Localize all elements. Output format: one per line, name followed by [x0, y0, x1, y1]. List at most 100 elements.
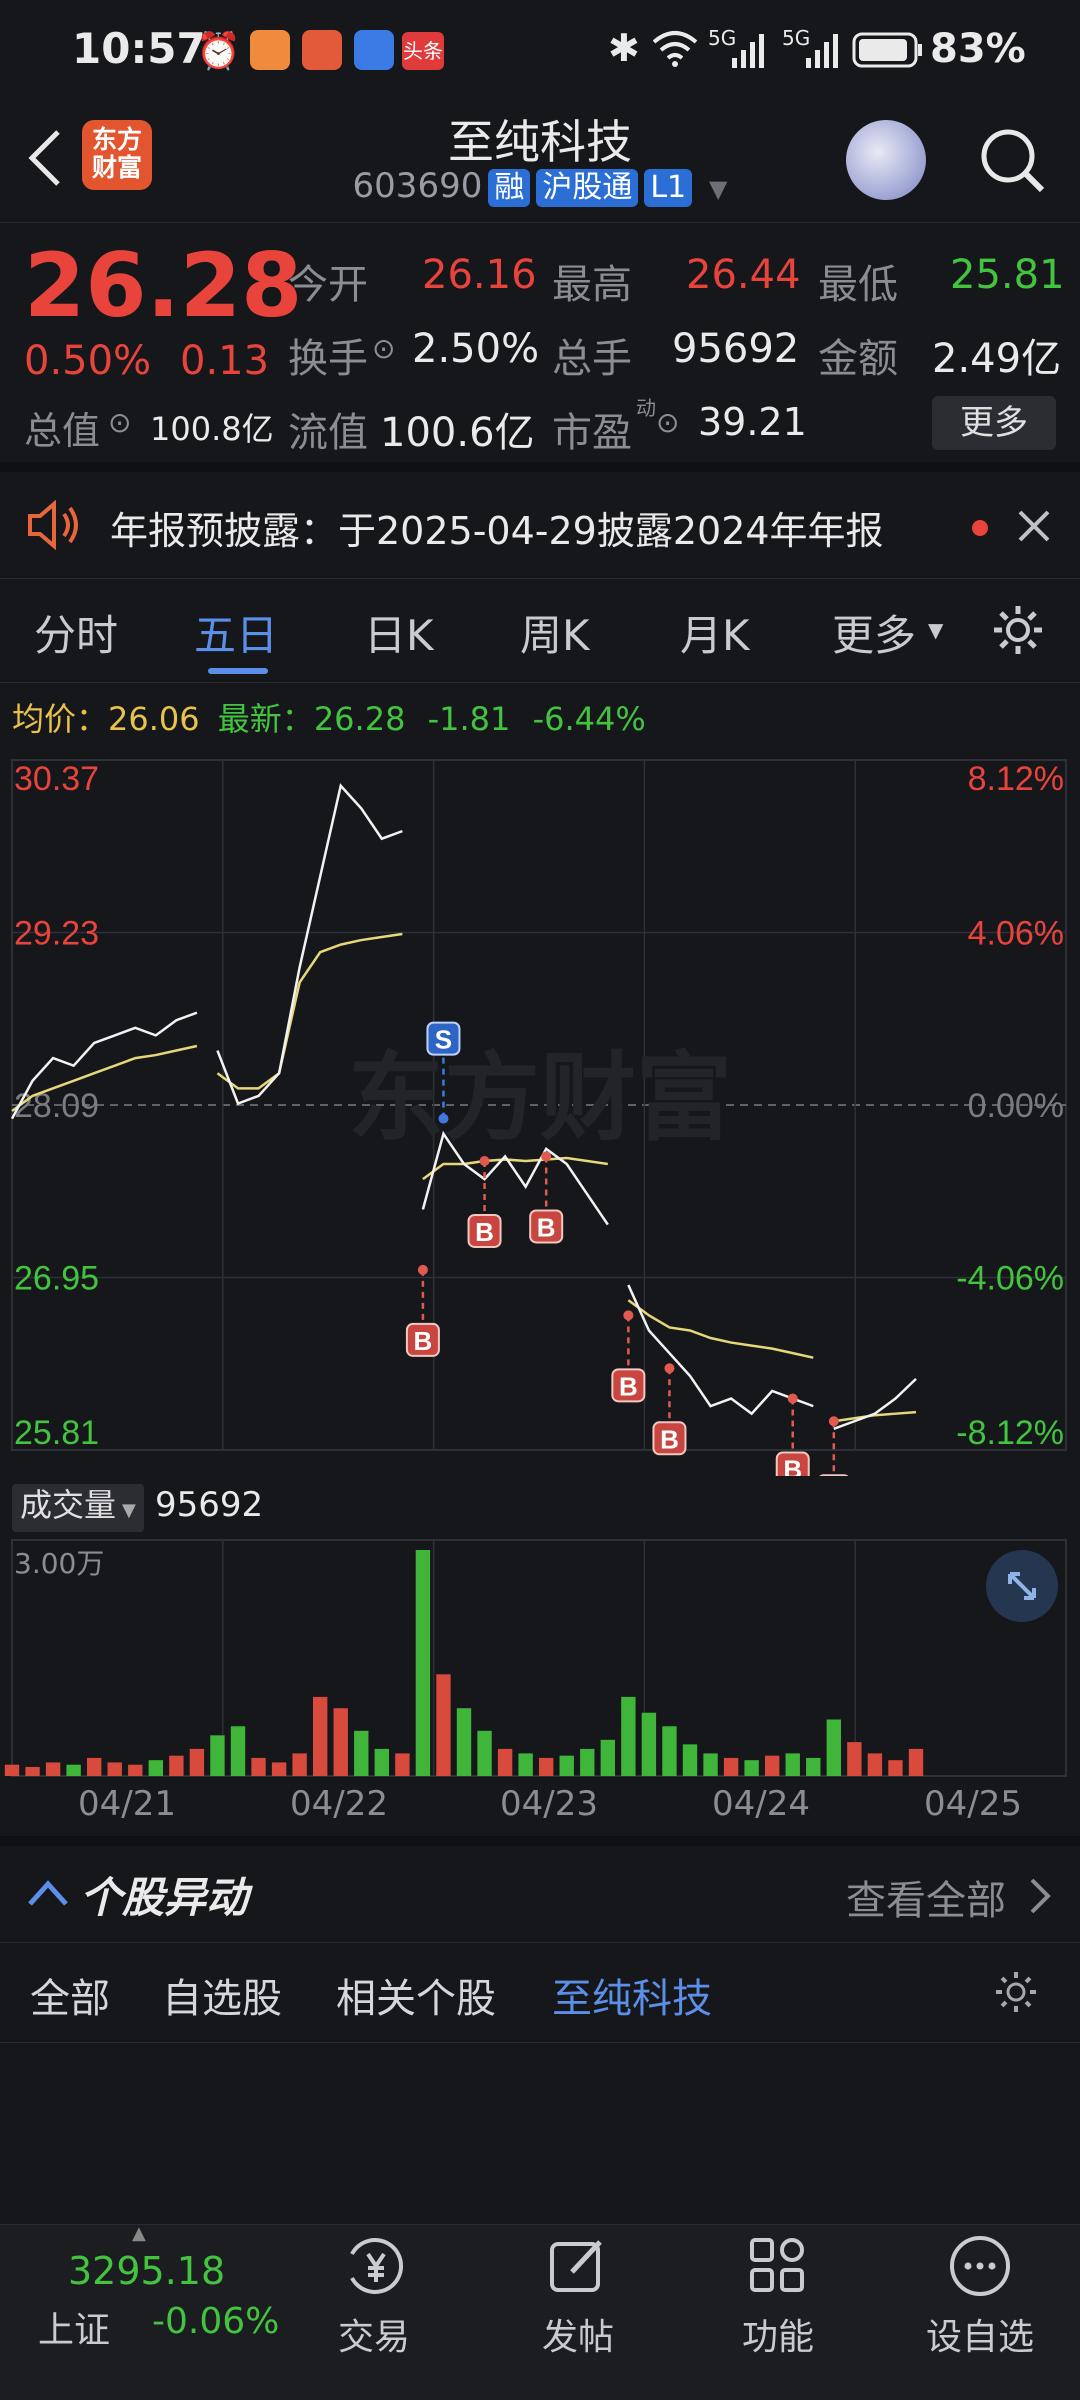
speaker-icon: [28, 500, 78, 550]
turnover-label: 换手: [288, 336, 368, 382]
price-line: [833, 1377, 917, 1430]
header: 东方财富 至纯科技 603690 融沪股通 L1 ▼: [0, 100, 1080, 222]
info-icon[interactable]: ⊙: [108, 406, 131, 439]
watermark-text: 东方财富: [348, 1042, 732, 1154]
tab-weekly-k[interactable]: 周K: [520, 602, 590, 663]
float-cap-value: 100.6亿: [380, 410, 535, 456]
volume-bar: [744, 1760, 759, 1776]
marker-label: B: [783, 1455, 802, 1476]
last-value: 26.28: [313, 700, 406, 738]
amount-label: 金额: [818, 336, 898, 382]
edit-icon: [550, 2240, 602, 2292]
volume-bar: [826, 1719, 842, 1776]
marker-label: B: [660, 1424, 679, 1454]
app-icon-3: [354, 30, 394, 70]
volume-bar: [169, 1755, 184, 1776]
marker-dot: [787, 1393, 798, 1404]
y-tick-label: 30.37: [14, 760, 99, 798]
pe-label: 市盈: [552, 410, 632, 456]
low-value: 25.81: [950, 252, 1065, 298]
battery-icon: [852, 32, 922, 68]
market-cap-label: 总值: [24, 409, 101, 453]
volume-bar: [333, 1708, 348, 1776]
close-icon[interactable]: [1016, 508, 1052, 544]
fullscreen-button[interactable]: [986, 1550, 1058, 1622]
app-icon-2: [302, 30, 342, 70]
nav-trade[interactable]: 交易: [294, 2308, 454, 2360]
pe-dynamic-mark: 动: [636, 396, 656, 420]
filter-related[interactable]: 相关个股: [336, 1966, 496, 2024]
dropdown-icon[interactable]: ▼: [709, 175, 727, 203]
volume-bar: [415, 1550, 431, 1776]
turnover-value: 2.50%: [412, 326, 540, 372]
more-button-label: 更多: [960, 403, 1028, 443]
robot-avatar-icon[interactable]: [846, 120, 926, 200]
tab-intraday[interactable]: 分时: [34, 602, 118, 663]
filter-current-stock[interactable]: 至纯科技: [552, 1966, 712, 2024]
index-value[interactable]: 3295.18: [68, 2249, 225, 2293]
volume-bar: [312, 1696, 328, 1776]
settings-icon[interactable]: [990, 602, 1046, 658]
pe-info-icon[interactable]: ⊙: [656, 406, 679, 439]
tab-daily-k[interactable]: 日K: [364, 602, 434, 663]
status-bar: 10:57 ⏰ 头条 ✱ 5G 5G 83%: [0, 0, 1080, 100]
volume-bar: [518, 1753, 533, 1776]
marker-label: B: [619, 1371, 638, 1401]
volume-chart[interactable]: [0, 1536, 1080, 1782]
bluetooth-icon: ✱: [608, 26, 640, 70]
nav-add-watchlist[interactable]: 设自选: [900, 2308, 1060, 2360]
search-icon[interactable]: [978, 126, 1048, 196]
volume-bar: [436, 1674, 451, 1776]
tab-more-caret-icon: ▼: [928, 618, 944, 642]
marker-dot: [479, 1155, 490, 1166]
buy-marker: [819, 1474, 849, 1476]
tab-monthly-k[interactable]: 月K: [680, 602, 750, 663]
view-all-link[interactable]: 查看全部: [846, 1868, 1006, 1926]
volume-bar: [785, 1753, 800, 1776]
index-caret-icon: ▲: [132, 2223, 146, 2244]
nav-post[interactable]: 发帖: [498, 2308, 658, 2360]
volume-selector[interactable]: 成交量 ▼: [12, 1484, 144, 1532]
nav-functions[interactable]: 功能: [698, 2308, 858, 2360]
volume-bar: [497, 1748, 513, 1776]
marker-dot: [664, 1363, 675, 1374]
unread-dot: [972, 520, 988, 536]
tab-five-day[interactable]: 五日: [194, 602, 278, 663]
battery-level: 83%: [930, 26, 1026, 72]
volume-bar: [128, 1764, 143, 1776]
market-cap-value: 100.8亿: [150, 410, 274, 448]
volume-bar: [45, 1762, 61, 1776]
amount-value: 2.49亿: [932, 336, 1062, 382]
volume-bar: [703, 1753, 718, 1776]
anomaly-header[interactable]: 个股异动 查看全部: [0, 1846, 1080, 1942]
volume-bar: [230, 1726, 246, 1776]
volume-bar: [764, 1755, 780, 1776]
alarm-icon: ⏰: [196, 31, 241, 72]
tab-active-indicator: [208, 668, 268, 674]
avg-label: 均价：: [12, 700, 109, 738]
date-label: 04/21: [78, 1784, 176, 1824]
y-tick-label-pct: -8.12%: [956, 1414, 1064, 1452]
y-tick-label-pct: 0.00%: [968, 1087, 1064, 1125]
yen-icon: [350, 2238, 403, 2294]
avg-value: 26.06: [108, 700, 200, 738]
avg-price-line: [422, 1156, 609, 1181]
more-button[interactable]: 更多: [932, 396, 1056, 450]
diff-value: -1.81: [427, 700, 511, 738]
last-price: 26.28: [24, 234, 303, 337]
open-value: 26.16: [422, 252, 537, 298]
tag-level: L1: [644, 169, 693, 207]
low-label: 最低: [818, 262, 898, 308]
volume-bar: [580, 1748, 595, 1776]
volume-bar: [723, 1757, 739, 1776]
turnover-info-icon[interactable]: ⊙: [372, 332, 395, 365]
filter-watchlist[interactable]: 自选股: [162, 1966, 282, 2024]
notice-bar[interactable]: 年报预披露：于2025-04-29披露2024年年报: [0, 472, 1080, 578]
filter-all[interactable]: 全部: [30, 1966, 110, 2024]
notice-text: 年报预披露：于2025-04-29披露2024年年报: [110, 509, 884, 553]
marker-dot: [417, 1264, 428, 1275]
filter-settings-icon[interactable]: [994, 1970, 1038, 2014]
y-tick-label-pct: 4.06%: [968, 915, 1064, 953]
price-chart[interactable]: 30.37 8.12%29.23 4.06%28.09 0.00%26.95 -4.06…: [0, 746, 1080, 1476]
tab-more[interactable]: 更多: [832, 602, 916, 663]
